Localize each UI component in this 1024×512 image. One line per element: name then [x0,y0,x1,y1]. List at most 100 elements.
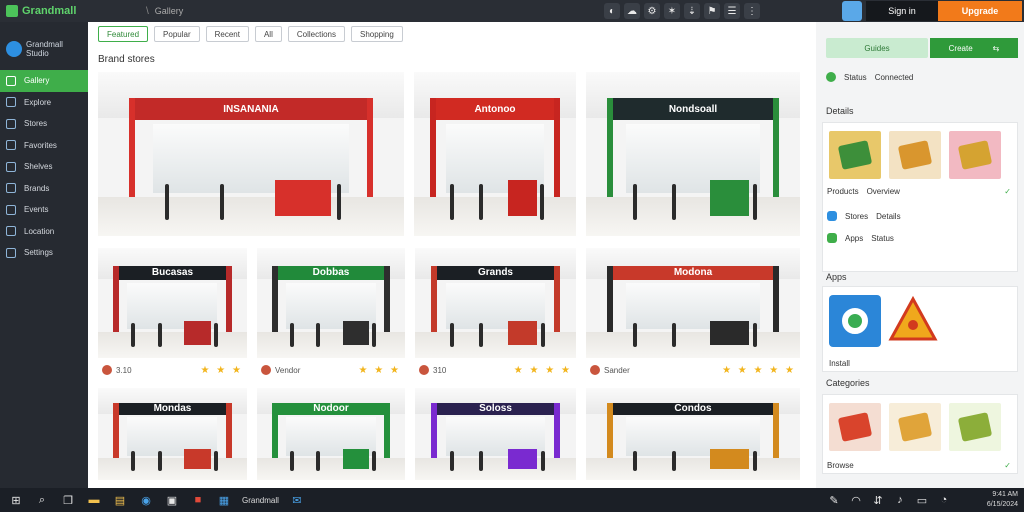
guides-button-label: Guides [864,43,890,53]
shopper [165,183,170,220]
guides-button[interactable]: Guides [826,38,928,58]
panel-row[interactable]: Stores Details [827,211,901,221]
create-button[interactable]: Create ⇆ [930,38,1018,58]
filter-chip-popular[interactable]: Popular [154,26,200,42]
search-icon[interactable]: ⌕ [34,492,50,508]
sidebar-item-explore[interactable]: Explore [0,92,88,114]
product-thumb[interactable] [829,131,881,179]
sidebar-item-favorites[interactable]: Favorites [0,135,88,157]
products-caption: Products [827,187,859,196]
account-button[interactable]: Sign in [866,1,938,21]
sidebar-item-shelves[interactable]: Shelves [0,156,88,178]
store-photo: Nodoor [257,388,405,480]
sidebar-item-label: Shelves [24,162,53,172]
store-sign: Antonoo [436,98,554,120]
flag-icon[interactable]: ⚑ [704,3,720,19]
store-sign: Dobbas [277,265,385,281]
upgrade-button[interactable]: Upgrade [938,1,1022,21]
app-logo-icon [6,5,18,17]
filter-chip-recent[interactable]: Recent [205,26,249,42]
share-icon[interactable]: ✶ [664,3,680,19]
store-sign: Soloss [437,402,554,415]
product-thumb[interactable] [889,131,941,179]
gallery-card[interactable]: Nodoor [257,388,405,480]
gallery-card[interactable]: Nondsoall [586,72,800,236]
author-label: 3.10 [116,365,132,375]
pin-icon[interactable]: ⇣ [684,3,700,19]
sidebar-item-gallery[interactable]: Gallery [0,70,88,92]
files-icon[interactable]: ▤ [112,492,128,508]
sidebar-item-stores[interactable]: Stores [0,113,88,135]
upgrade-button-label: Upgrade [961,6,999,16]
store-photo: Mondas [98,388,247,480]
volume-icon[interactable]: ♪ [892,492,908,508]
product-thumb[interactable] [889,403,941,451]
shopper [336,183,341,220]
package-icon [957,140,993,170]
store-sign: Condos [613,402,773,415]
wifi-icon[interactable]: ◠ [848,492,864,508]
floor [414,196,576,236]
battery-icon[interactable]: ▭ [914,492,930,508]
app-tile-warning[interactable] [887,295,939,347]
toggle-icon[interactable]: ◐ [604,3,620,19]
store-photo: Bucasas [98,248,247,358]
calendar-icon [6,204,16,215]
package-icon [897,140,933,170]
gallery-card[interactable]: Dobbas Vendor ★ ★ ★ [257,248,405,380]
store-photo: Condos [586,388,800,480]
toolbar-icons: ◐ ☁ ⚙ ✶ ⇣ ⚑ ☰ ⋮ [604,3,760,19]
more-icon[interactable]: ⋮ [744,3,760,19]
gallery-card[interactable]: Soloss [415,388,576,480]
product-thumb[interactable] [829,403,881,451]
floor [586,457,800,480]
shopper [372,322,377,347]
taskbar-app-label[interactable]: Grandmall [242,496,279,505]
filter-chip-collections[interactable]: Collections [287,26,345,42]
gallery-card[interactable]: Condos [586,388,800,480]
mail-icon[interactable]: ✉ [289,492,305,508]
pen-icon[interactable]: ✎ [826,492,842,508]
app-tile-blue[interactable] [829,295,881,347]
filter-chip-shopping[interactable]: Shopping [351,26,403,42]
notification-icon[interactable]: ◔ [936,492,952,508]
media-icon[interactable]: ■ [190,492,206,508]
gallery-card[interactable]: Antonoo [414,72,576,236]
cloud-icon[interactable]: ☁ [624,3,640,19]
gallery-card[interactable]: Bucasas 3.10 ★ ★ ★ [98,248,247,380]
sidebar-item-location[interactable]: Location [0,221,88,243]
panel-row[interactable]: Apps Status [827,233,894,243]
folder-icon[interactable]: ▬ [86,492,102,508]
task-view-icon[interactable]: ❐ [60,492,76,508]
sidebar-item-settings[interactable]: Settings [0,242,88,264]
star-rating: ★ ★ ★ [358,364,401,376]
sidebar-menu: Gallery Explore Stores Favorites Shelves Bran… [0,70,88,264]
display-kiosk [184,320,212,345]
window-icon[interactable]: ▣ [164,492,180,508]
product-thumb[interactable] [949,403,1001,451]
brand[interactable]: Grandmall [0,5,140,17]
products-caption2: Overview [866,187,900,196]
clock[interactable]: 9:41 AM 6/15/2024 [987,490,1018,510]
list-icon[interactable]: ☰ [724,3,740,19]
gallery-card[interactable]: Grands 310 ★ ★ ★ ★ [415,248,576,380]
sidebar-logo[interactable]: Grandmall Studio [0,22,88,70]
start-icon[interactable]: ⊞ [8,492,24,508]
storefront: Nodoor [271,402,391,458]
app-icon[interactable]: ▦ [216,492,232,508]
avatar[interactable] [842,1,862,21]
settings-icon[interactable]: ⚙ [644,3,660,19]
network-icon[interactable]: ⇵ [870,492,886,508]
store-photo: Antonoo [414,72,576,236]
gallery-card[interactable]: Mondas [98,388,247,480]
filter-chip-all[interactable]: All [254,26,282,42]
browser-icon[interactable]: ◉ [138,492,154,508]
product-thumb[interactable] [949,131,1001,179]
gallery-card[interactable]: INSANANIA [98,72,404,236]
gallery-card[interactable]: Modona Sander ★ ★ ★ ★ ★ [586,248,800,380]
breadcrumb[interactable]: Gallery [155,6,184,16]
store-sign: Nodoor [277,402,385,415]
sidebar-item-events[interactable]: Events [0,199,88,221]
filter-chip-featured[interactable]: Featured [98,26,149,42]
sidebar-item-brands[interactable]: Brands [0,178,88,200]
